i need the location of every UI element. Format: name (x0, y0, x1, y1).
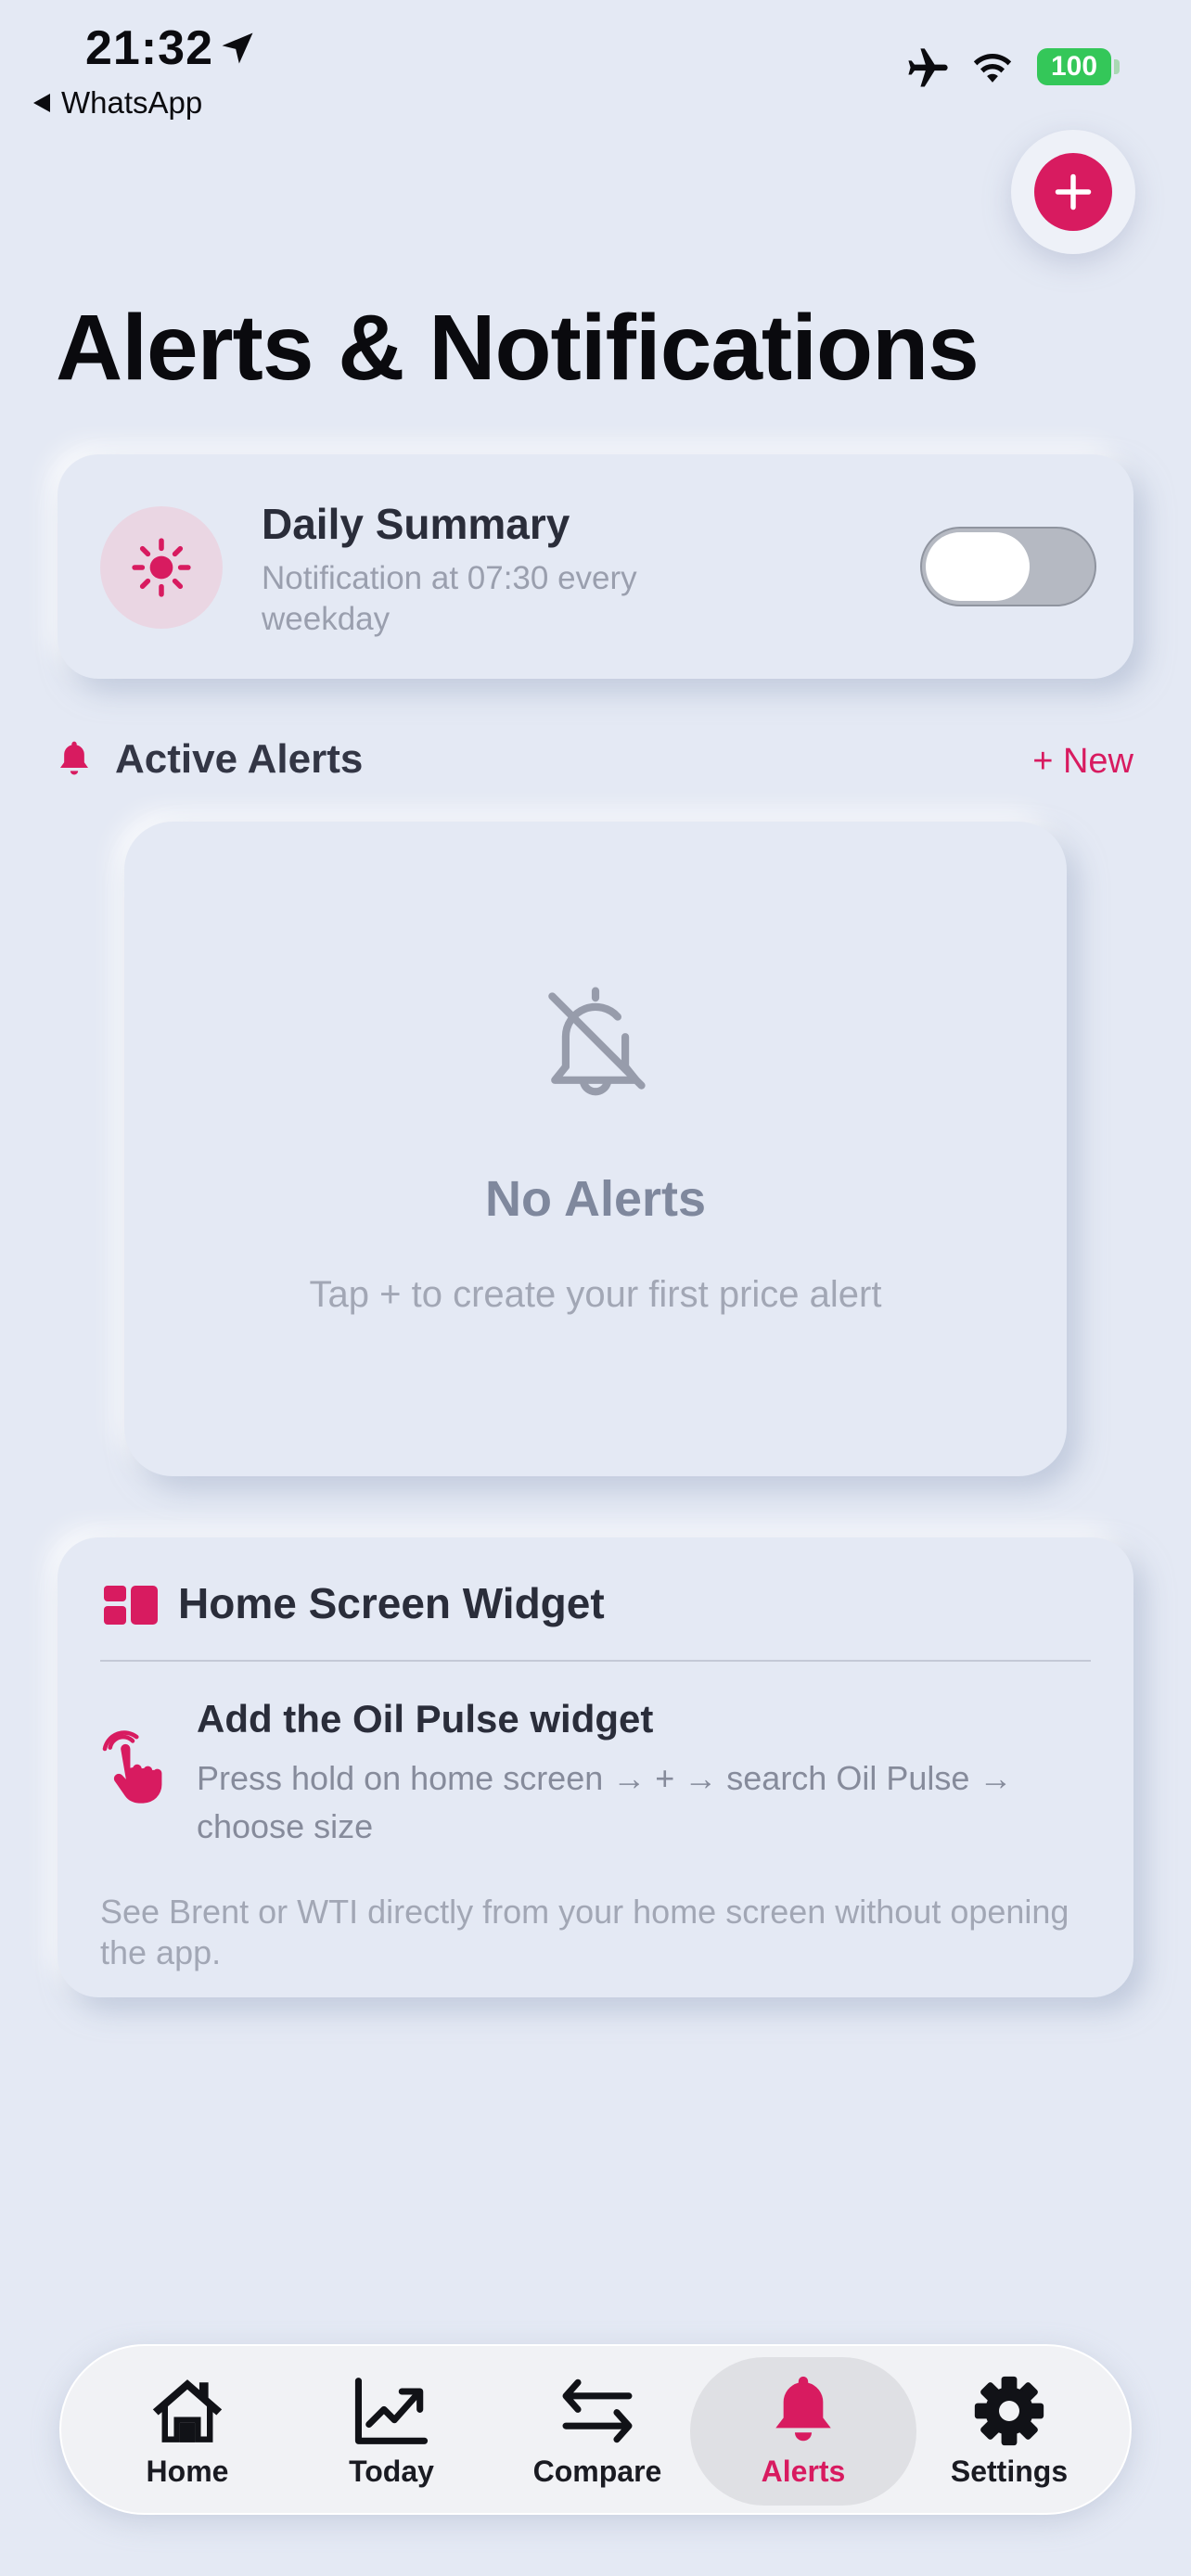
active-alerts-title: Active Alerts (115, 736, 364, 782)
home-screen-widget-card: Home Screen Widget Add the Oil Pulse wid… (58, 1537, 1133, 1997)
sun-icon (132, 538, 191, 597)
location-arrow-icon (222, 32, 253, 64)
tab-alerts[interactable]: Alerts (690, 2357, 916, 2506)
widget-step-instructions: Press hold on home screen → + → search O… (197, 1759, 1013, 1845)
tab-settings[interactable]: Settings (905, 2357, 1113, 2506)
new-alert-link[interactable]: + New (1032, 742, 1133, 782)
page-title: Alerts & Notifications (56, 296, 980, 400)
battery-cap (1114, 59, 1120, 74)
widget-grid-icon (104, 1586, 158, 1625)
sun-icon-badge (100, 506, 223, 629)
tab-compare[interactable]: Compare (493, 2357, 701, 2506)
tab-today[interactable]: Today (288, 2357, 495, 2506)
status-time: 21:32 (85, 21, 213, 75)
plus-icon (1055, 173, 1092, 210)
bell-icon (60, 741, 88, 775)
bell-slash-icon (548, 987, 646, 1096)
widget-step-title: Add the Oil Pulse widget (197, 1697, 654, 1741)
tab-settings-label: Settings (950, 2454, 1069, 2488)
daily-summary-subtitle: Notification at 07:30 every weekday (262, 560, 637, 637)
chart-line-icon (354, 2377, 429, 2444)
tab-home-label: Home (146, 2454, 229, 2488)
gear-icon (974, 2376, 1044, 2445)
back-to-app-link[interactable]: WhatsApp (33, 85, 202, 121)
tab-today-label: Today (349, 2454, 434, 2488)
toggle-knob (926, 532, 1030, 601)
empty-alerts-subtitle: Tap + to create your first price alert (309, 1274, 882, 1315)
widget-card-title: Home Screen Widget (178, 1579, 605, 1627)
bell-icon (775, 2376, 831, 2441)
tab-compare-label: Compare (532, 2454, 662, 2488)
empty-alerts-title: No Alerts (484, 1171, 707, 1227)
widget-note: See Brent or WTI directly from your home… (100, 1893, 1069, 1971)
empty-alerts-card: No Alerts Tap + to create your first pri… (124, 822, 1067, 1476)
arrows-swap-icon (562, 2378, 633, 2442)
divider (100, 1660, 1091, 1662)
alerts-screen: 21:32 WhatsApp 100 Alerts & Notification… (0, 0, 1191, 2576)
tab-home[interactable]: Home (83, 2357, 291, 2506)
tab-alerts-label: Alerts (761, 2454, 846, 2488)
wifi-icon (973, 54, 1012, 83)
airplane-mode-icon (908, 48, 948, 87)
hand-tap-icon (102, 1730, 162, 1804)
add-alert-button[interactable] (1011, 130, 1135, 254)
back-triangle-icon (33, 94, 50, 112)
tab-bar: Home Today Compare Alerts Settings (59, 2344, 1132, 2515)
daily-summary-toggle[interactable] (920, 527, 1096, 606)
battery-indicator: 100 (1037, 48, 1111, 85)
daily-summary-title: Daily Summary (262, 500, 570, 548)
add-alert-button-inner (1034, 153, 1112, 231)
house-icon (152, 2378, 223, 2442)
back-app-label: WhatsApp (61, 85, 203, 120)
daily-summary-card: Daily Summary Notification at 07:30 ever… (58, 454, 1133, 679)
